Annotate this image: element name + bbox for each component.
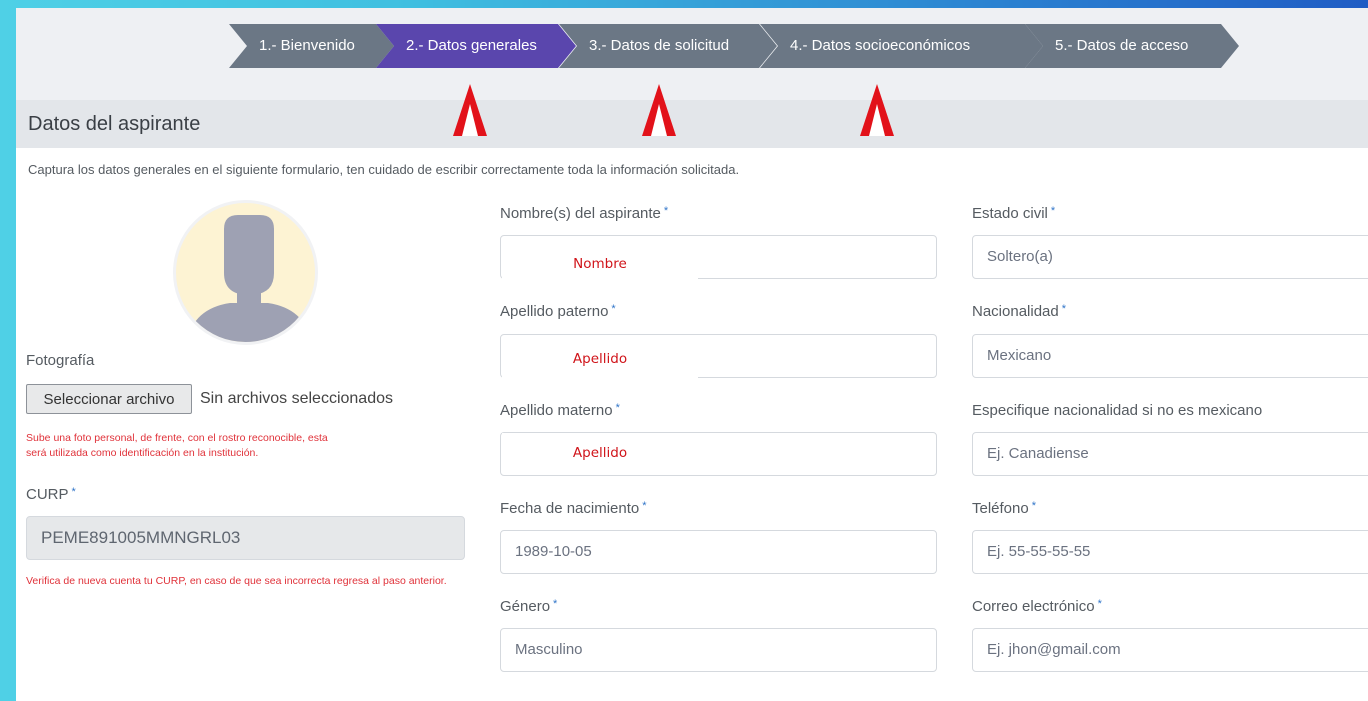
user-silhouette-icon — [186, 215, 312, 342]
telefono-field[interactable]: Ej. 55-55-55-55 — [972, 530, 1368, 574]
apellido-paterno-overlay: Apellido — [502, 339, 698, 379]
curp-hint: Verifica de nueva cuenta tu CURP, en cas… — [26, 575, 447, 587]
file-status: Sin archivos seleccionados — [200, 390, 393, 407]
nacionalidad-label: Nacionalidad * — [972, 303, 1067, 320]
correo-label: Correo electrónico * — [972, 598, 1102, 615]
telefono-label: Teléfono * — [972, 500, 1036, 517]
avatar — [173, 200, 318, 345]
apellido-materno-overlay: Apellido — [502, 433, 698, 473]
apellido-materno-label: Apellido materno * — [500, 402, 620, 419]
wizard-bar: 1.- Bienvenido 2.- Datos generales 3.- D… — [16, 8, 1368, 100]
select-file-button[interactable]: Seleccionar archivo — [26, 384, 192, 414]
nacionalidad-field[interactable]: Mexicano — [972, 334, 1368, 378]
genero-field[interactable]: Masculino — [500, 628, 937, 672]
section-title: Datos del aspirante — [16, 100, 1368, 148]
curp-label: CURP * — [26, 486, 76, 503]
step-datos-generales[interactable]: 2.- Datos generales — [376, 24, 576, 68]
apellido-paterno-label: Apellido paterno * — [500, 303, 616, 320]
especifique-field[interactable]: Ej. Canadiense — [972, 432, 1368, 476]
form-panel: 1.- Bienvenido 2.- Datos generales 3.- D… — [16, 8, 1368, 701]
annotation-arrow-icon — [642, 84, 676, 136]
nombre-overlay: Nombre — [502, 244, 698, 284]
intro-text: Captura los datos generales en el siguie… — [28, 162, 740, 177]
annotation-arrow-icon — [860, 84, 894, 136]
step-datos-solicitud[interactable]: 3.- Datos de solicitud — [559, 24, 777, 68]
step-datos-socioeconomicos[interactable]: 4.- Datos socioeconómicos — [760, 24, 1043, 68]
estado-civil-label: Estado civil * — [972, 205, 1056, 222]
especifique-label: Especifique nacionalidad si no es mexica… — [972, 402, 1263, 419]
correo-field[interactable]: Ej. jhon@gmail.com — [972, 628, 1368, 672]
nombre-label: Nombre(s) del aspirante * — [500, 205, 669, 222]
genero-label: Género * — [500, 598, 558, 615]
step-bienvenido[interactable]: 1.- Bienvenido — [229, 24, 394, 68]
photo-label: Fotografía — [26, 352, 95, 369]
fecha-label: Fecha de nacimiento * — [500, 500, 647, 517]
fecha-field[interactable]: 1989-10-05 — [500, 530, 937, 574]
photo-hint: Sube una foto personal, de frente, con e… — [26, 432, 328, 459]
step-datos-acceso[interactable]: 5.- Datos de acceso — [1025, 24, 1239, 68]
curp-field[interactable]: PEME891005MMNGRL03 — [26, 516, 465, 560]
annotation-arrow-icon — [453, 84, 487, 136]
estado-civil-field[interactable]: Soltero(a) — [972, 235, 1368, 279]
